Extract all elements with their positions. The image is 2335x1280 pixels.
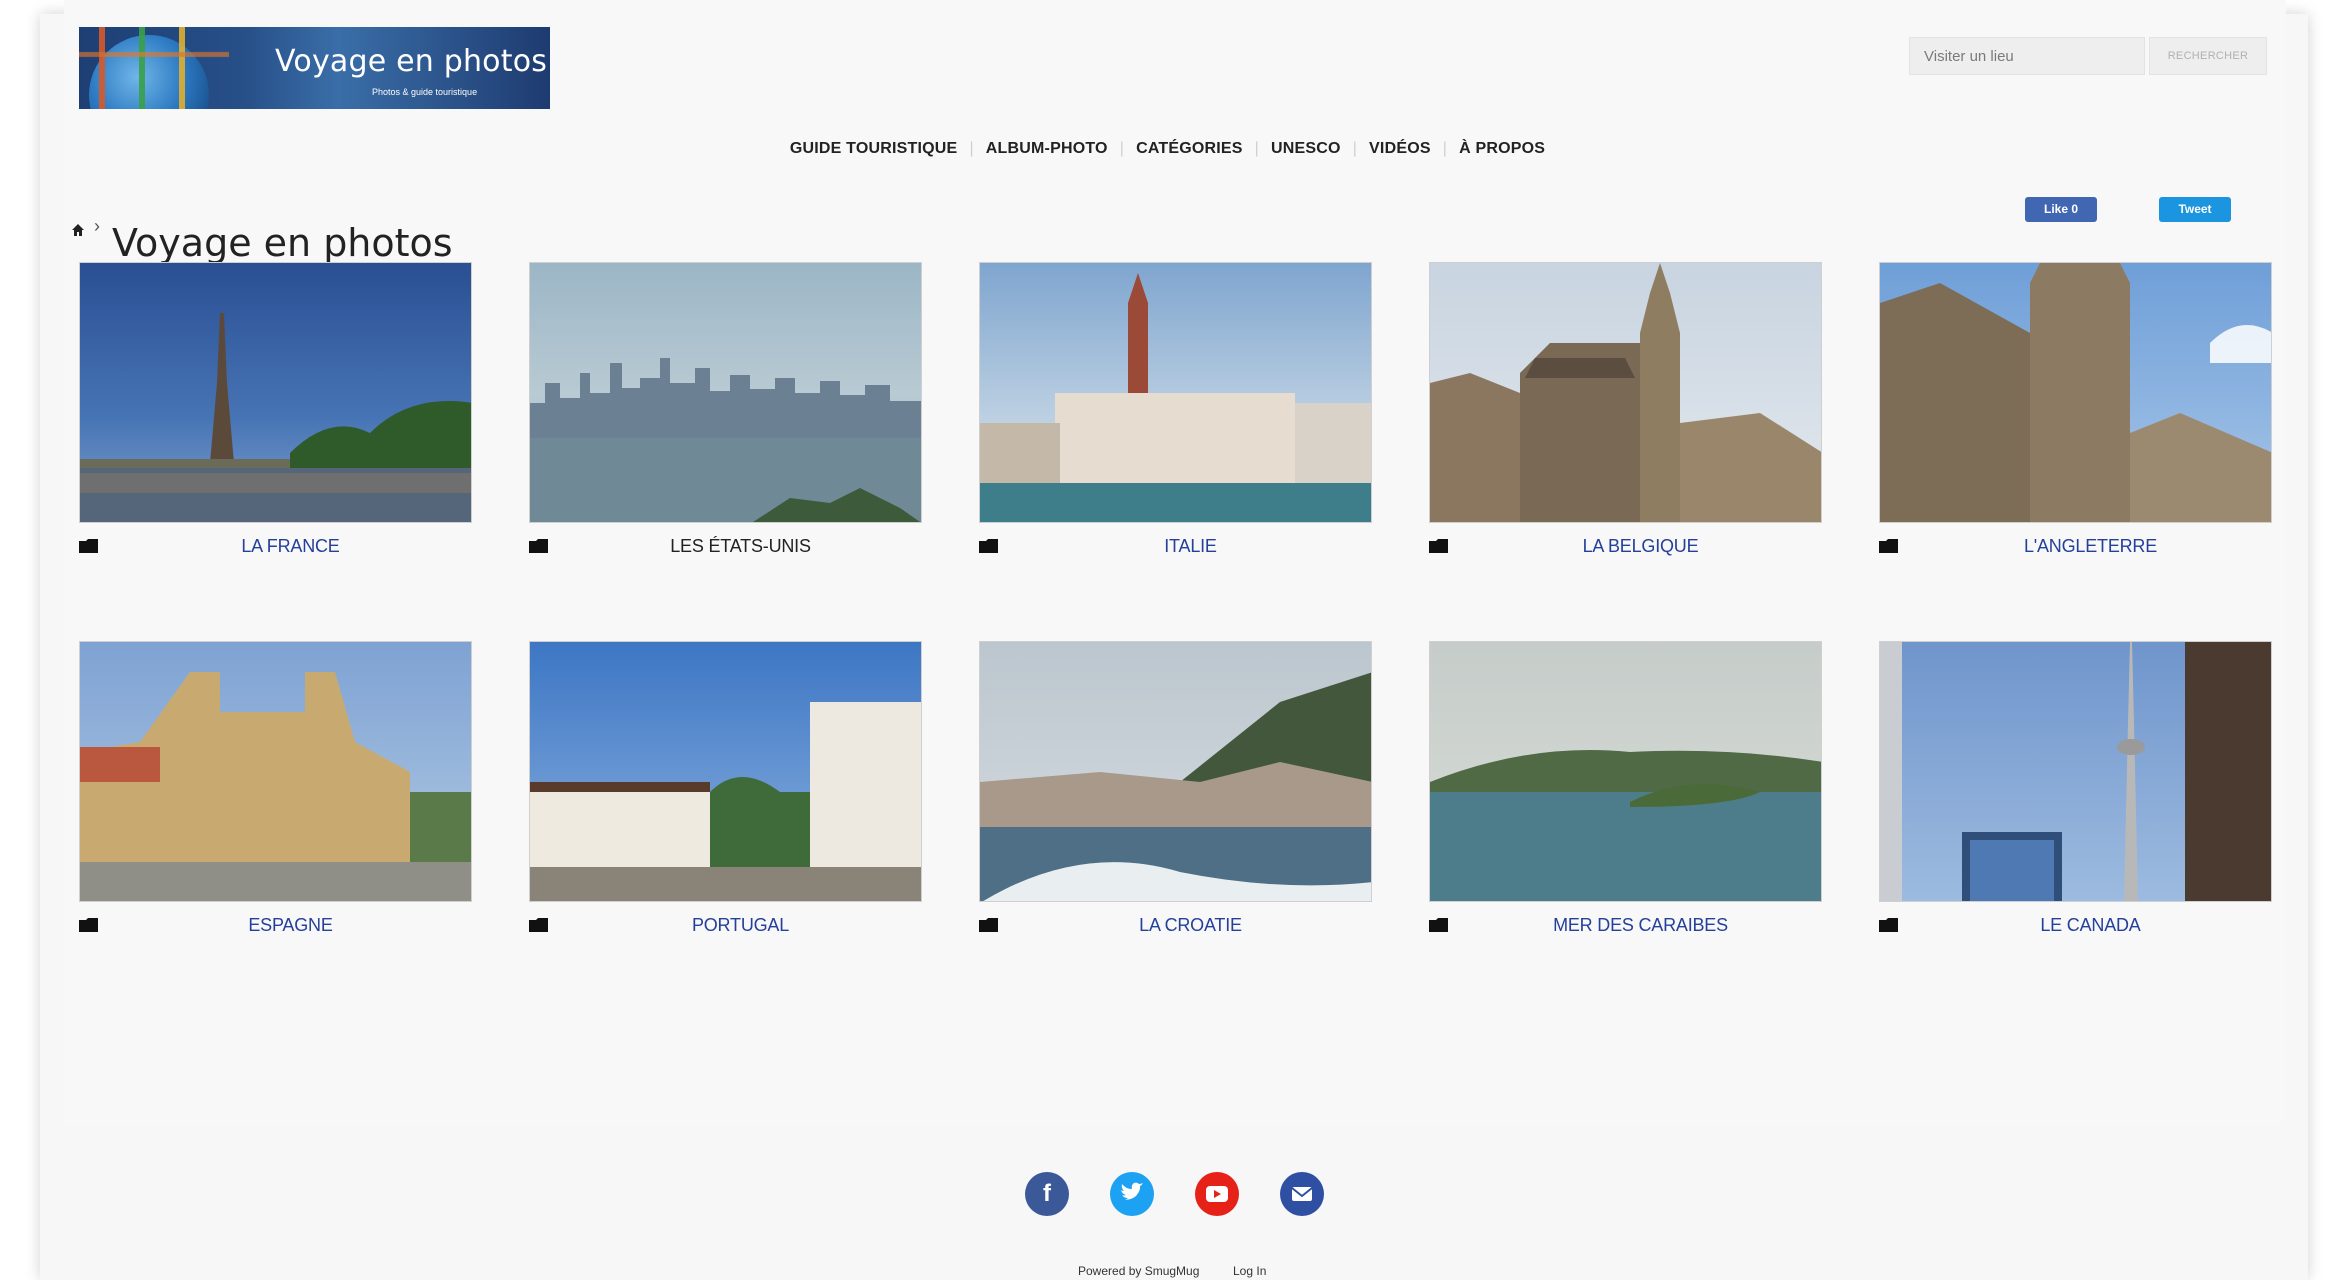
tile-label[interactable]: LE CANADA	[1879, 915, 2302, 936]
gallery-tile[interactable]: LES ÉTATS-UNIS	[529, 262, 922, 563]
photo-eiffel-tower[interactable]	[79, 262, 472, 523]
tweet-button[interactable]: Tweet	[2159, 197, 2231, 222]
main-nav: GUIDE TOURISTIQUE | ALBUM-PHOTO | CATÉGORIES…	[0, 140, 2335, 158]
page-title: Voyage en photos	[112, 221, 453, 266]
landmarks-logo-icon	[79, 27, 229, 109]
twitter-icon[interactable]	[1110, 1172, 1154, 1216]
page-content-area	[64, 0, 2286, 1126]
facebook-like-button[interactable]: Like 0	[2025, 197, 2097, 222]
photo-new-york-skyline[interactable]	[529, 262, 922, 523]
powered-by-link[interactable]: Powered by SmugMug	[1078, 1264, 1199, 1278]
tile-label[interactable]: ESPAGNE	[79, 915, 502, 936]
photo-funchal-square[interactable]	[529, 641, 922, 902]
gallery-tile[interactable]: PORTUGAL	[529, 641, 922, 942]
nav-item-videos[interactable]: VIDÉOS	[1357, 140, 1443, 158]
home-icon[interactable]	[72, 224, 84, 236]
nav-item-unesco[interactable]: UNESCO	[1259, 140, 1353, 158]
gallery-tile[interactable]: ESPAGNE	[79, 641, 472, 942]
nav-item-album[interactable]: ALBUM-PHOTO	[974, 140, 1120, 158]
tile-label[interactable]: MER DES CARAIBES	[1429, 915, 1852, 936]
photo-venice-campanile[interactable]	[979, 262, 1372, 523]
photo-brussels-town-hall[interactable]	[1429, 262, 1822, 523]
facebook-icon[interactable]: f	[1025, 1172, 1069, 1216]
breadcrumb-separator: ›	[94, 216, 100, 236]
photo-cn-tower[interactable]	[1879, 641, 2272, 902]
email-icon[interactable]	[1280, 1172, 1324, 1216]
gallery-tile[interactable]: LE CANADA	[1879, 641, 2272, 942]
photo-caribbean-island[interactable]	[1429, 641, 1822, 902]
nav-item-categories[interactable]: CATÉGORIES	[1124, 140, 1255, 158]
gallery-tile[interactable]: LA FRANCE	[79, 262, 472, 563]
gallery-tile[interactable]: L'ANGLETERRE	[1879, 262, 2272, 563]
photo-canterbury-cathedral[interactable]	[1879, 262, 2272, 523]
gallery-tile[interactable]: LA BELGIQUE	[1429, 262, 1822, 563]
tile-label[interactable]: LES ÉTATS-UNIS	[529, 536, 952, 557]
tile-label[interactable]: ITALIE	[979, 536, 1402, 557]
gallery-tile[interactable]: LA CROATIE	[979, 641, 1372, 942]
tile-label[interactable]: L'ANGLETERRE	[1879, 536, 2302, 557]
logo-title: Voyage en photos	[275, 44, 548, 79]
site-logo[interactable]: Voyage en photos Photos & guide touristi…	[79, 27, 550, 109]
logo-subtitle: Photos & guide touristique	[372, 87, 478, 97]
tile-label[interactable]: LA FRANCE	[79, 536, 502, 557]
login-link[interactable]: Log In	[1233, 1264, 1266, 1278]
search-button[interactable]: RECHERCHER	[2149, 37, 2267, 75]
photo-san-sebastian-city-hall[interactable]	[79, 641, 472, 902]
gallery-tile[interactable]: ITALIE	[979, 262, 1372, 563]
nav-item-guide[interactable]: GUIDE TOURISTIQUE	[778, 140, 970, 158]
search-input[interactable]	[1909, 37, 2145, 75]
tile-label[interactable]: PORTUGAL	[529, 915, 952, 936]
tile-label[interactable]: LA CROATIE	[979, 915, 1402, 936]
gallery-tile[interactable]: MER DES CARAIBES	[1429, 641, 1822, 942]
photo-dubrovnik-coast[interactable]	[979, 641, 1372, 902]
tile-label[interactable]: LA BELGIQUE	[1429, 536, 1852, 557]
youtube-icon[interactable]	[1195, 1172, 1239, 1216]
nav-item-about[interactable]: À PROPOS	[1447, 140, 1557, 158]
